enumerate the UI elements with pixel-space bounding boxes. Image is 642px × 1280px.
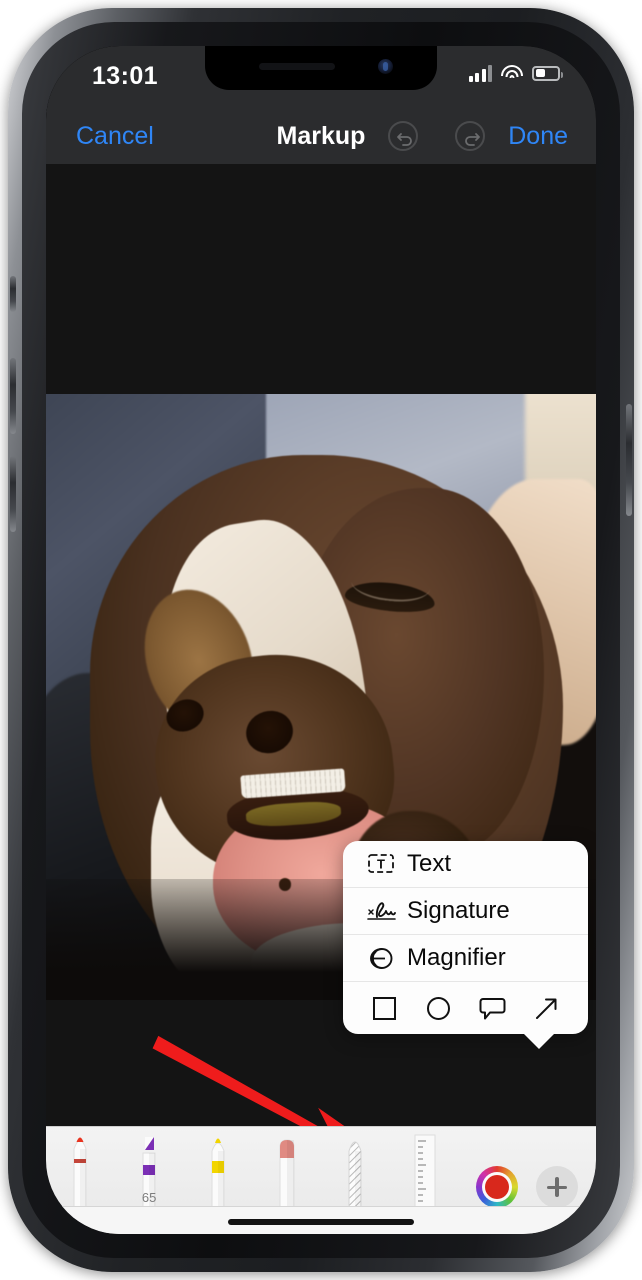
pencil-icon bbox=[203, 1129, 233, 1208]
front-camera-icon bbox=[378, 59, 393, 74]
volume-up-button[interactable] bbox=[10, 358, 16, 434]
tool-highlighter[interactable]: 65 bbox=[115, 1127, 184, 1208]
power-button[interactable] bbox=[626, 404, 632, 516]
arrow-shape-button[interactable] bbox=[525, 988, 569, 1028]
eraser-icon bbox=[272, 1129, 302, 1208]
color-wheel-icon bbox=[482, 1172, 512, 1202]
text-box-icon: T bbox=[359, 851, 403, 877]
signature-icon bbox=[359, 898, 403, 924]
markup-toolbar: 65 bbox=[46, 1126, 596, 1234]
home-indicator[interactable] bbox=[228, 1219, 414, 1225]
menu-item-label: Text bbox=[407, 850, 452, 877]
toolbar-right-controls bbox=[476, 1166, 578, 1208]
square-icon bbox=[372, 996, 396, 1020]
undo-arrow-icon bbox=[397, 133, 412, 146]
silence-switch[interactable] bbox=[10, 276, 16, 312]
add-markup-button[interactable] bbox=[536, 1166, 578, 1208]
highlighter-size-label: 65 bbox=[141, 1190, 157, 1205]
markup-nav-bar: Cancel Markup Done bbox=[46, 108, 596, 164]
selected-color-swatch bbox=[485, 1175, 509, 1199]
undo-button[interactable] bbox=[388, 121, 418, 151]
wifi-icon bbox=[501, 64, 523, 82]
speech-bubble-icon bbox=[479, 997, 506, 1019]
circle-icon bbox=[426, 996, 450, 1020]
battery-icon bbox=[532, 65, 563, 81]
svg-text:T: T bbox=[377, 857, 385, 872]
tool-lasso[interactable] bbox=[321, 1127, 390, 1208]
screenshot-stage: 13:01 Cancel Markup Done T Text Signatur… bbox=[0, 0, 642, 1280]
signal-bars-icon bbox=[468, 64, 492, 82]
shape-tools-row bbox=[343, 982, 588, 1034]
tool-eraser[interactable] bbox=[252, 1127, 321, 1208]
color-picker-button[interactable] bbox=[476, 1166, 518, 1208]
ruler-icon bbox=[409, 1129, 439, 1208]
menu-item-label: Signature bbox=[407, 897, 510, 924]
speech-bubble-shape-button[interactable] bbox=[471, 988, 515, 1028]
lasso-icon bbox=[340, 1129, 370, 1208]
device-notch bbox=[205, 46, 437, 90]
circle-shape-button[interactable] bbox=[416, 988, 460, 1028]
done-button[interactable]: Done bbox=[508, 122, 568, 151]
earpiece-speaker bbox=[259, 63, 335, 70]
tool-ruler[interactable] bbox=[390, 1127, 459, 1208]
menu-item-text[interactable]: T Text bbox=[343, 841, 588, 888]
menu-item-magnifier[interactable]: Magnifier bbox=[343, 935, 588, 982]
highlighter-icon: 65 bbox=[134, 1129, 164, 1208]
menu-item-label: Magnifier bbox=[407, 944, 506, 971]
redo-button[interactable] bbox=[455, 121, 485, 151]
add-markup-popup[interactable]: T Text Signature Magnifier bbox=[343, 841, 588, 1049]
tool-pencil[interactable] bbox=[184, 1127, 253, 1208]
app-screen: 13:01 Cancel Markup Done T Text Signatur… bbox=[46, 46, 596, 1234]
magnifier-icon bbox=[359, 945, 403, 972]
menu-item-signature[interactable]: Signature bbox=[343, 888, 588, 935]
pen-icon bbox=[65, 1129, 95, 1208]
square-shape-button[interactable] bbox=[362, 988, 406, 1028]
volume-down-button[interactable] bbox=[10, 456, 16, 532]
status-icons bbox=[468, 64, 563, 82]
popup-rows: T Text Signature Magnifier bbox=[343, 841, 588, 1034]
markup-canvas[interactable] bbox=[46, 164, 596, 1234]
phone-frame: 13:01 Cancel Markup Done T Text Signatur… bbox=[8, 8, 634, 1272]
phone-screen: 13:01 Cancel Markup Done T Text Signatur… bbox=[46, 46, 596, 1234]
tool-pen[interactable] bbox=[46, 1127, 115, 1208]
redo-arrow-icon bbox=[465, 133, 480, 146]
phone-bezel: 13:01 Cancel Markup Done T Text Signatur… bbox=[22, 22, 620, 1258]
arrow-icon bbox=[536, 998, 557, 1019]
status-time: 13:01 bbox=[92, 62, 158, 90]
